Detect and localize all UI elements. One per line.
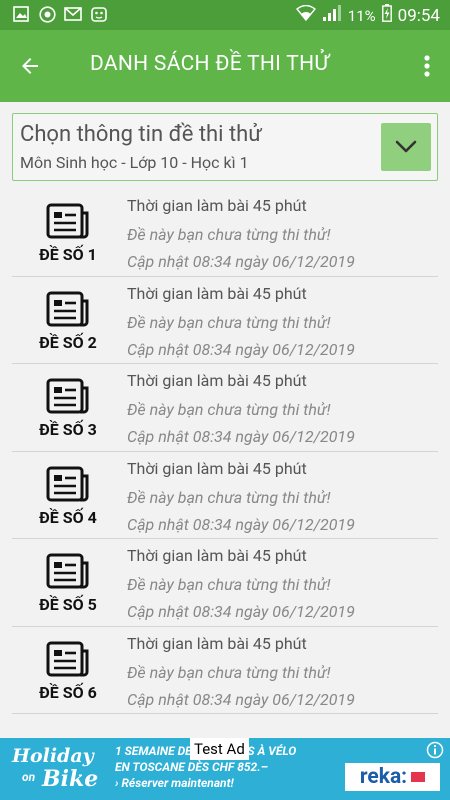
selector-title: Chọn thông tin đề thi thử: [20, 122, 262, 147]
ad-brand-text: reka:: [359, 765, 408, 789]
exam-duration: Thời gian làm bài 45 phút: [127, 371, 307, 390]
exam-list-item[interactable]: ĐỀ SỐ 6 Thời gian làm bài 45 phút Đề này…: [12, 627, 438, 714]
exam-duration: Thời gian làm bài 45 phút: [127, 196, 307, 215]
exam-list-item[interactable]: ĐỀ SỐ 2 Thời gian làm bài 45 phút Đề này…: [12, 277, 438, 364]
exam-number: ĐỀ SỐ 3: [39, 420, 97, 439]
newspaper-icon: [46, 291, 89, 326]
exam-number: ĐỀ SỐ 6: [39, 682, 97, 702]
ad-logo: Holiday on Bike: [8, 742, 108, 796]
status-bar: 11% 09:54: [0, 0, 450, 30]
newspaper-icon: [46, 466, 89, 501]
selector-subtitle: Môn Sinh học - Lớp 10 - Học kì 1: [20, 153, 249, 172]
exam-updated: Cập nhật 08:34 ngày 06/12/2019: [127, 602, 355, 621]
exam-updated: Cập nhật 08:34 ngày 06/12/2019: [127, 514, 355, 534]
app-icon: [90, 5, 108, 23]
newspaper-icon: [46, 553, 89, 589]
exam-duration: Thời gian làm bài 45 phút: [127, 458, 307, 478]
exam-duration: Thời gian làm bài 45 phút: [127, 283, 307, 303]
newspaper-icon: [46, 203, 89, 239]
chevron-down-icon: [395, 140, 417, 153]
image-icon: [12, 5, 30, 23]
exam-status: Đề này bạn chưa từng thi thử!: [127, 225, 331, 244]
exam-list-item[interactable]: ĐỀ SỐ 4 Thời gian làm bài 45 phút Đề này…: [12, 452, 438, 539]
test-ad-label: Test Ad: [190, 738, 249, 760]
clock: 09:54: [397, 5, 440, 26]
exam-list-item[interactable]: ĐỀ SỐ 1 Thời gian làm bài 45 phút Đề này…: [12, 189, 438, 277]
exam-duration: Thời gian làm bài 45 phút: [127, 633, 307, 653]
arrow-back-icon: [22, 58, 38, 74]
exam-status: Đề này bạn chưa từng thi thử!: [127, 575, 331, 594]
exam-number: ĐỀ SỐ 1: [39, 245, 97, 264]
newspaper-icon: [46, 378, 89, 414]
exam-updated: Cập nhật 08:34 ngày 06/12/2019: [127, 427, 355, 446]
exam-status: Đề này bạn chưa từng thi thử!: [127, 312, 331, 332]
chrome-icon: [38, 5, 56, 23]
ad-text-line2: EN TOSCANE DÈS CHF 852.–: [115, 760, 269, 774]
gmail-icon: [64, 5, 82, 23]
exam-number: ĐỀ SỐ 5: [39, 595, 97, 614]
wifi-icon: [295, 4, 316, 26]
dropdown-button[interactable]: [381, 123, 431, 171]
exam-number: ĐỀ SỐ 2: [39, 332, 97, 352]
battery-charging-icon: [381, 4, 392, 27]
exam-list-item[interactable]: ĐỀ SỐ 5 Thời gian làm bài 45 phút Đề này…: [12, 539, 438, 627]
back-button[interactable]: [12, 48, 48, 84]
exam-duration: Thời gian làm bài 45 phút: [127, 546, 307, 565]
ad-logo-line3: Bike: [42, 766, 99, 792]
exam-filter-selector[interactable]: Chọn thông tin đề thi thử Môn Sinh học -…: [12, 113, 438, 181]
page-title: DANH SÁCH ĐỀ THI THỬ: [90, 52, 330, 76]
more-vert-icon: [424, 55, 430, 77]
overflow-menu-button[interactable]: [420, 50, 434, 82]
exam-updated: Cập nhật 08:34 ngày 06/12/2019: [127, 252, 355, 271]
ad-logo-line2: on: [22, 770, 36, 784]
exam-updated: Cập nhật 08:34 ngày 06/12/2019: [127, 339, 355, 359]
ad-banner[interactable]: Holiday on Bike 1 SEMAINE DE VACANCES À …: [0, 738, 450, 800]
exam-updated: Cập nhật 08:34 ngày 06/12/2019: [127, 689, 355, 709]
ad-cta[interactable]: › Réserver maintenant!: [115, 775, 345, 791]
exam-list: ĐỀ SỐ 1 Thời gian làm bài 45 phút Đề này…: [12, 189, 438, 714]
exam-status: Đề này bạn chưa từng thi thử!: [127, 487, 331, 507]
battery-percent: 11%: [347, 6, 376, 25]
signal-icon: [322, 4, 342, 27]
ad-logo-line1: Holiday: [12, 745, 94, 767]
exam-list-item[interactable]: ĐỀ SỐ 3 Thời gian làm bài 45 phút Đề này…: [12, 364, 438, 452]
ad-brand-logo: reka:: [345, 763, 440, 791]
exam-status: Đề này bạn chưa từng thi thử!: [127, 400, 331, 419]
exam-status: Đề này bạn chưa từng thi thử!: [127, 662, 331, 682]
newspaper-icon: [46, 641, 89, 676]
ad-choices-icon[interactable]: [426, 741, 444, 759]
exam-number: ĐỀ SỐ 4: [39, 507, 97, 527]
app-bar: DANH SÁCH ĐỀ THI THỬ: [0, 30, 450, 102]
